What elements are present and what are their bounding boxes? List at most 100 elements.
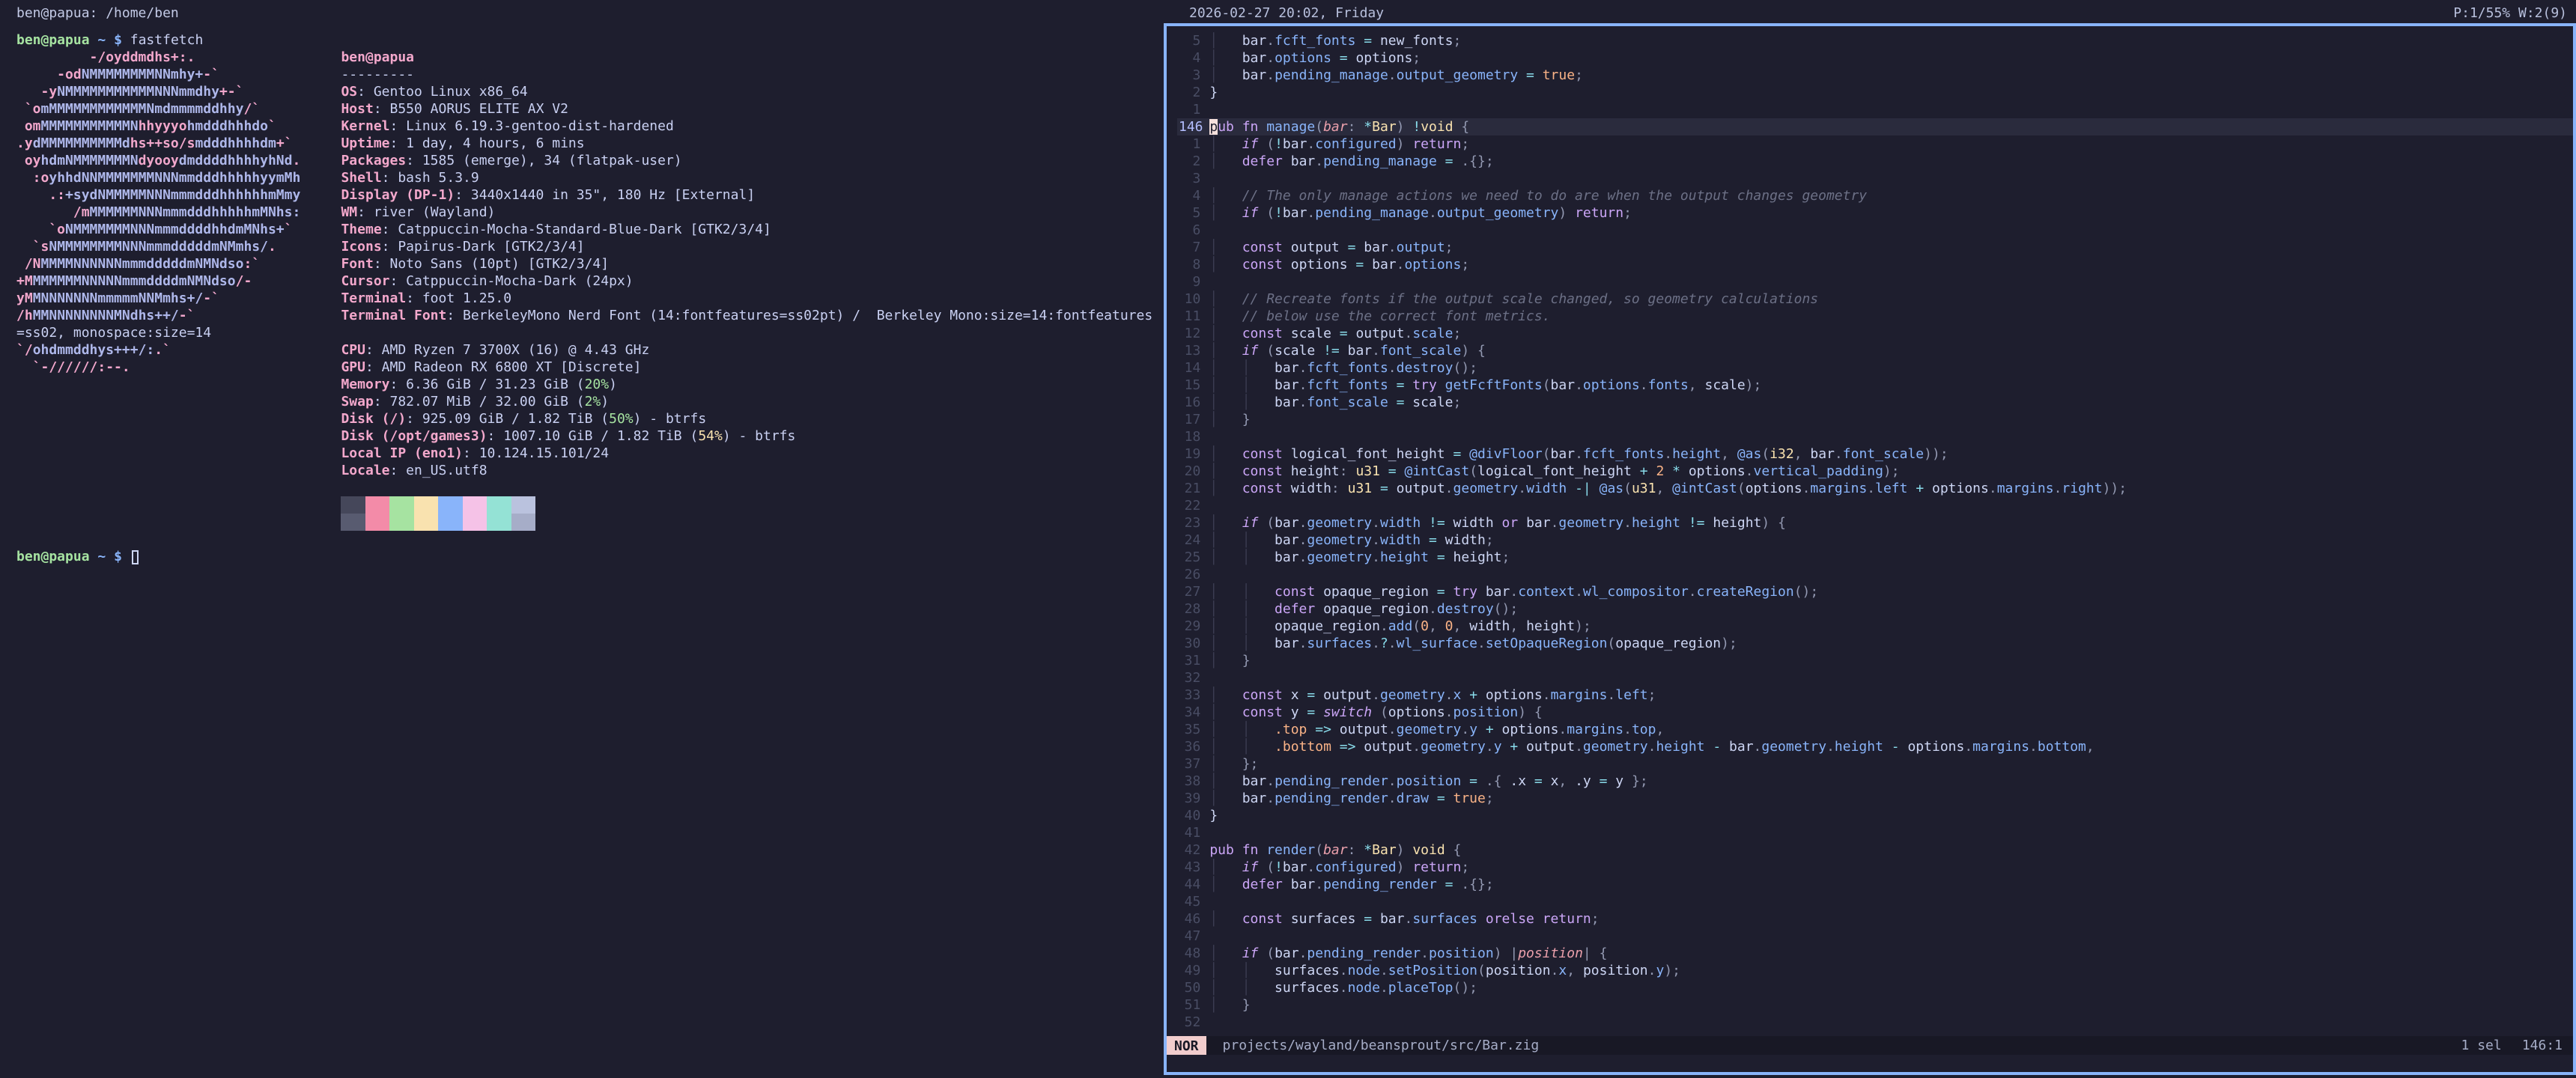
mem-text: position	[1429, 945, 1494, 961]
code-line[interactable]: 47	[1177, 928, 2573, 945]
code-line[interactable]: 50│ │ surfaces.node.placeTop();	[1177, 979, 2573, 996]
code-line[interactable]: 45	[1177, 893, 2573, 910]
code-line[interactable]: 26	[1177, 566, 2573, 583]
terminal-row: yMMNNNNNNNmmmmmNNMmhs+/-`Terminal: foot …	[16, 290, 1161, 307]
code-line[interactable]: 7│ const output = bar.output;	[1177, 239, 2573, 256]
code-line[interactable]: 29│ │ opaque_region.add(0, 0, width, hei…	[1177, 618, 2573, 635]
code-line[interactable]: 4│ // The only manage actions we need to…	[1177, 187, 2573, 204]
txt-text: new_fonts	[1380, 33, 1453, 49]
code-line[interactable]: 52	[1177, 1014, 2573, 1031]
mem-text: height	[1672, 446, 1721, 462]
txt-text: surfaces	[1275, 980, 1340, 996]
code-line[interactable]: 36│ │ .bottom => output.geometry.y + out…	[1177, 738, 2573, 755]
opr-text: =	[1445, 446, 1470, 462]
code-line[interactable]: 146pub fn manage(bar: *Bar) !void {	[1177, 118, 2573, 135]
ascii-logo-segment: =ss02, monospace:size=14	[16, 324, 341, 341]
terminal-pane[interactable]: ben@papua ~ $ fastfetch -/oyddmdhs+:.ben…	[16, 31, 1161, 565]
code-line[interactable]: 20│ const height: u31 = @intCast(logical…	[1177, 463, 2573, 480]
code-line[interactable]: 1│ if (!bar.configured) return;	[1177, 135, 2573, 153]
code-line[interactable]: 15│ │ bar.fcft_fonts = try getFcftFonts(…	[1177, 377, 2573, 394]
shell-prompt: ben@papua ~ $ fastfetch	[16, 31, 1161, 49]
code-line[interactable]: 3	[1177, 170, 2573, 187]
pun-text: .	[1607, 687, 1615, 703]
fg-text: : B550 AORUS ELITE AX V2	[374, 101, 568, 117]
code-line[interactable]: 46│ const surfaces = bar.surfaces orelse…	[1177, 910, 2573, 928]
code-area[interactable]: 5│ bar.fcft_fonts = new_fonts;4│ bar.opt…	[1167, 26, 2573, 1036]
code-line[interactable]: 24│ │ bar.geometry.width = width;	[1177, 532, 2573, 549]
code-line[interactable]: 5│ bar.fcft_fonts = new_fonts;	[1177, 32, 2573, 49]
fg-text: : Catppuccin-Mocha-Dark (24px)	[390, 273, 634, 289]
lp-text: -/oyddmdhs+:.	[16, 49, 195, 65]
code-line[interactable]: 12│ const scale = output.scale;	[1177, 325, 2573, 342]
pun-text: ;	[1591, 911, 1600, 927]
editor-pane[interactable]: 5│ bar.fcft_fonts = new_fonts;4│ bar.opt…	[1164, 23, 2576, 1075]
code-line[interactable]: 2│ defer bar.pending_manage = .{};	[1177, 153, 2573, 170]
code-line[interactable]: 18	[1177, 428, 2573, 445]
key-text: Terminal Font	[341, 308, 446, 323]
code-line[interactable]: 14│ │ bar.fcft_fonts.destroy();	[1177, 359, 2573, 377]
pun-text: .	[1648, 739, 1656, 755]
opr-text: !	[1275, 205, 1283, 221]
code-line[interactable]: 19│ const logical_font_height = @divFloo…	[1177, 445, 2573, 463]
code-line[interactable]: 27│ │ const opaque_region = try bar.cont…	[1177, 583, 2573, 600]
code-line[interactable]: 41	[1177, 824, 2573, 841]
mem-text: geometry	[1397, 722, 1462, 737]
code-line[interactable]: 31│ }	[1177, 652, 2573, 669]
code-line[interactable]: 3│ bar.pending_manage.output_geometry = …	[1177, 67, 2573, 84]
opr-text: =	[1372, 481, 1397, 496]
code-line[interactable]: 16│ │ bar.font_scale = scale;	[1177, 394, 2573, 411]
code-line[interactable]: 9	[1177, 273, 2573, 290]
code-line[interactable]: 30│ │ bar.surfaces.?.wl_surface.setOpaqu…	[1177, 635, 2573, 652]
code-line[interactable]: 43│ if (!bar.configured) return;	[1177, 859, 2573, 876]
code-line[interactable]: 37│ };	[1177, 755, 2573, 773]
fg-text: : 782.07 MiB / 32.00 GiB (	[374, 394, 585, 409]
code-line[interactable]: 32	[1177, 669, 2573, 686]
code-line[interactable]: 25│ │ bar.geometry.height = height;	[1177, 549, 2573, 566]
pun-text: .	[1372, 636, 1380, 651]
pun-text: .	[1964, 739, 1972, 755]
code-line[interactable]: 28│ │ defer opaque_region.destroy();	[1177, 600, 2573, 618]
pun-text: .	[1867, 481, 1875, 496]
mem-text: x	[1558, 963, 1567, 978]
terminal-row: /mMMMMMMNNNmmmdddhhhhhmMNhs:WM: river (W…	[16, 204, 1161, 221]
terminal-row: Memory: 6.36 GiB / 31.23 GiB (20%)	[16, 376, 1161, 393]
code-line[interactable]: 34│ const y = switch (options.position) …	[1177, 704, 2573, 721]
code-line[interactable]: 42pub fn render(bar: *Bar) void {	[1177, 841, 2573, 859]
code-line[interactable]: 1	[1177, 101, 2573, 118]
code-line[interactable]: 38│ bar.pending_render.position = .{ .x …	[1177, 773, 2573, 790]
code-line[interactable]: 49│ │ surfaces.node.setPosition(position…	[1177, 962, 2573, 979]
lp-text: .	[292, 153, 300, 168]
code-line[interactable]: 39│ bar.pending_render.draw = true;	[1177, 790, 2573, 807]
opr-text: -	[1705, 739, 1730, 755]
code-line[interactable]: 11│ // below use the correct font metric…	[1177, 308, 2573, 325]
fg-text: =ss02, monospace:size=14	[16, 325, 211, 341]
line-number: 12	[1177, 325, 1209, 342]
code-line[interactable]: 2}	[1177, 84, 2573, 101]
pun-text: .	[1445, 704, 1453, 720]
code-line[interactable]: 21│ const width: u31 = output.geometry.w…	[1177, 480, 2573, 497]
code-line[interactable]: 44│ defer bar.pending_render = .{};	[1177, 876, 2573, 893]
code-line[interactable]: 35│ │ .top => output.geometry.y + option…	[1177, 721, 2573, 738]
code-line[interactable]: 4│ bar.options = options;	[1177, 49, 2573, 67]
indent-guide: │ │	[1209, 360, 1275, 376]
mem-text: margins	[1810, 481, 1867, 496]
opr-text: =	[1348, 257, 1373, 272]
terminal-row: oyhdmNMMMMMMMNdyooydmddddhhhhyhNd.Packag…	[16, 152, 1161, 169]
opr-text: =	[1355, 911, 1380, 927]
code-line[interactable]: 13│ if (scale != bar.font_scale) {	[1177, 342, 2573, 359]
code-line[interactable]: 48│ if (bar.pending_render.position) |po…	[1177, 945, 2573, 962]
code-line[interactable]: 22	[1177, 497, 2573, 514]
indent-guide: │ │	[1209, 549, 1275, 565]
code-line[interactable]: 6	[1177, 222, 2573, 239]
line-number: 52	[1177, 1014, 1209, 1031]
code-line[interactable]: 17│ }	[1177, 411, 2573, 428]
code-line[interactable]: 23│ if (bar.geometry.width != width or b…	[1177, 514, 2573, 532]
code-line[interactable]: 10│ // Recreate fonts if the output scal…	[1177, 290, 2573, 308]
code-line[interactable]: 5│ if (!bar.pending_manage.output_geomet…	[1177, 204, 2573, 222]
code-line[interactable]: 40}	[1177, 807, 2573, 824]
pun-text: | {	[1583, 945, 1608, 961]
code-line[interactable]: 51│ }	[1177, 996, 2573, 1014]
code-line[interactable]: 8│ const options = bar.options;	[1177, 256, 2573, 273]
pun-text: .	[1575, 739, 1583, 755]
code-line[interactable]: 33│ const x = output.geometry.x + option…	[1177, 686, 2573, 704]
